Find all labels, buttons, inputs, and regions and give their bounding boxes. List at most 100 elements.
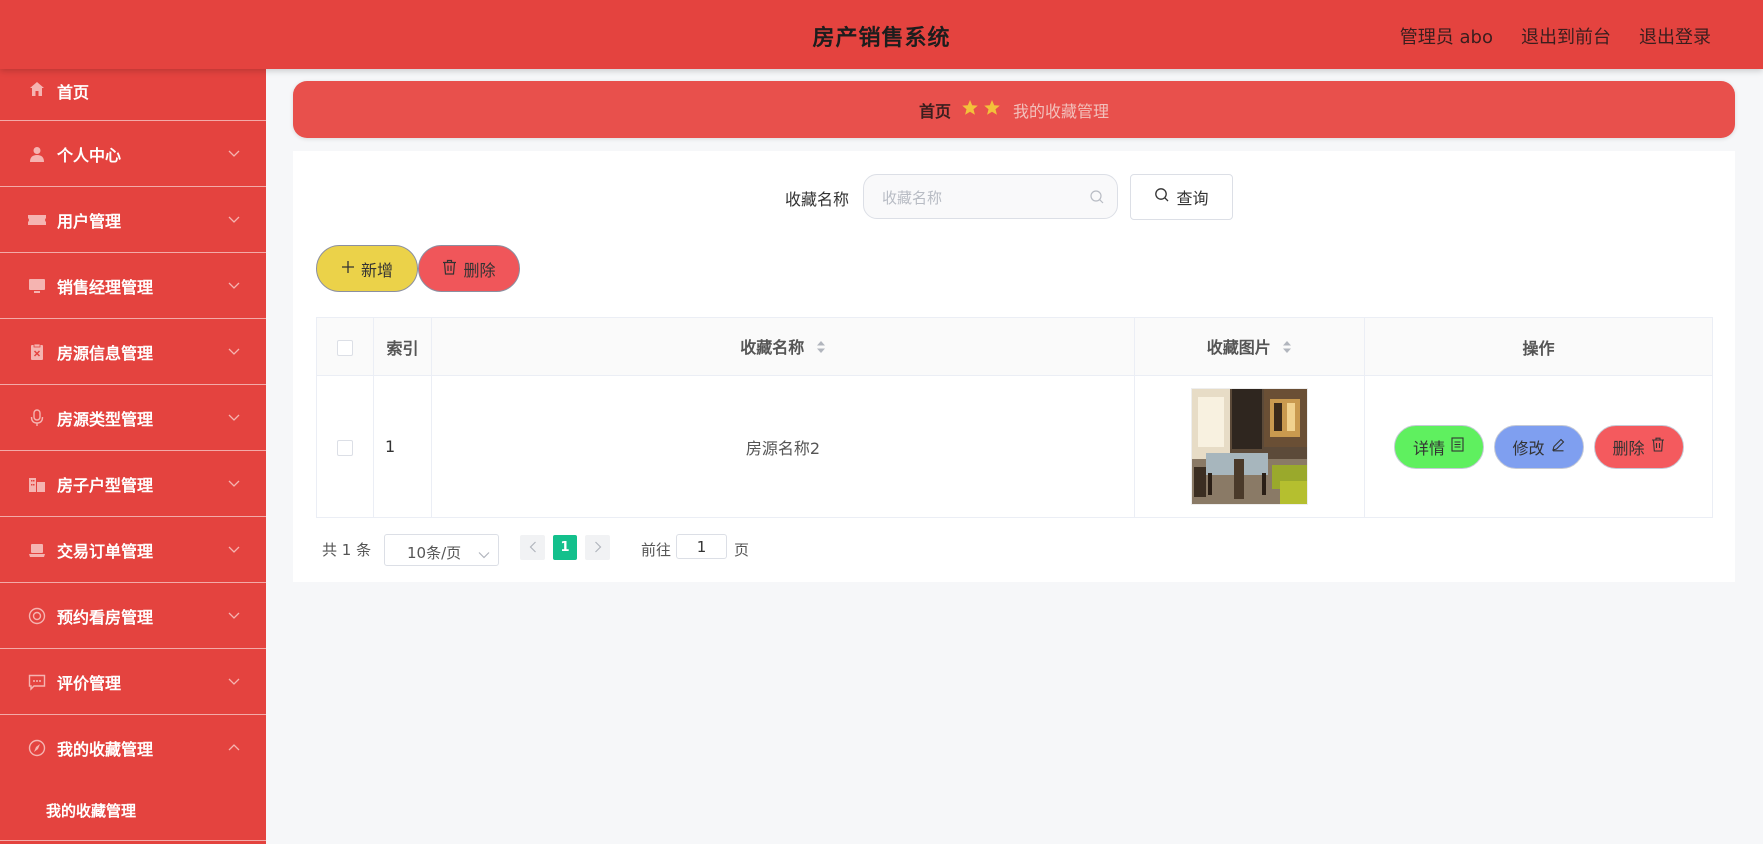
chevron-down-icon [228, 474, 240, 498]
favorite-thumbnail-image[interactable] [1191, 388, 1308, 505]
building-icon [27, 474, 47, 494]
row-delete-label: 删除 [1612, 438, 1645, 458]
column-header-actions: 操作 [1364, 317, 1713, 376]
chevron-down-icon [228, 606, 240, 630]
sidebar-subitem-label: 我的收藏管理 [46, 801, 137, 820]
row-checkbox[interactable] [337, 439, 353, 456]
detail-button[interactable]: 详情 [1393, 424, 1484, 469]
lifebuoy-icon [27, 606, 47, 626]
sidebar-subitem-my-favorites[interactable]: 我的收藏管理 [0, 780, 266, 841]
row-delete-button[interactable]: 删除 [1593, 424, 1684, 469]
row-image-cell [1134, 375, 1365, 518]
sidebar-item-viewing-appointments[interactable]: 预约看房管理 [0, 583, 266, 649]
column-header-label: 收藏名称 [740, 338, 805, 358]
chevron-down-icon [228, 342, 240, 366]
batch-delete-label: 删除 [463, 260, 496, 280]
row-name: 房源名称2 [431, 375, 1135, 518]
home-icon [27, 79, 47, 99]
sidebar-item-orders[interactable]: 交易订单管理 [0, 517, 266, 583]
chat-icon [27, 672, 47, 692]
sidebar-item-label: 个人中心 [57, 145, 122, 165]
select-all-checkbox[interactable] [337, 339, 353, 356]
table-header-row: 索引 收藏名称 收藏图片 操作 [316, 317, 1713, 376]
goto-page-input[interactable] [676, 534, 727, 559]
table-row: 1 房源名称2 详情 修改 删除 [316, 375, 1713, 518]
sidebar-item-my-favorites[interactable]: 我的收藏管理 [0, 715, 266, 780]
sort-caret-icon[interactable] [1282, 339, 1292, 359]
search-icon [1154, 187, 1170, 207]
logout-link[interactable]: 退出登录 [1639, 23, 1711, 49]
sidebar-item-label: 首页 [57, 83, 90, 102]
star-icon [961, 99, 1003, 121]
prev-page-button[interactable] [520, 535, 545, 560]
chevron-down-icon [228, 540, 240, 564]
pagination: 共 1 条 10条/页 1 前往 页 [293, 533, 993, 567]
query-button-label: 查询 [1176, 189, 1209, 208]
trash-icon [442, 259, 457, 279]
compass-icon [27, 738, 47, 758]
sidebar-item-label: 销售经理管理 [57, 277, 154, 297]
page-size-select[interactable]: 10条/页 [384, 534, 499, 566]
chevron-up-icon [228, 738, 240, 762]
user-icon [27, 144, 47, 164]
chevron-right-icon [594, 538, 602, 557]
favorites-table: 索引 收藏名称 收藏图片 操作 1 房源名称2 详情 修改 删除 [316, 317, 1713, 518]
chevron-left-icon [529, 538, 537, 557]
sidebar-item-label: 预约看房管理 [57, 607, 154, 627]
sidebar-item-house-layout[interactable]: 房子户型管理 [0, 451, 266, 517]
chevron-down-icon [228, 276, 240, 300]
search-input[interactable] [864, 175, 1089, 220]
sidebar-item-user-management[interactable]: 用户管理 [0, 187, 266, 253]
breadcrumb-current: 我的收藏管理 [1013, 101, 1110, 121]
monitor-icon [27, 276, 47, 296]
detail-button-label: 详情 [1412, 438, 1445, 458]
sidebar-item-reviews[interactable]: 评价管理 [0, 649, 266, 715]
add-button[interactable]: 新增 [316, 245, 418, 292]
sort-caret-icon[interactable] [816, 339, 826, 359]
sidebar-item-label: 房源类型管理 [57, 409, 154, 429]
add-button-label: 新增 [360, 260, 393, 280]
column-header-name[interactable]: 收藏名称 [431, 317, 1135, 376]
chevron-down-icon [228, 144, 240, 168]
header-links: 管理员 abo 退出到前台 退出登录 [1400, 23, 1711, 49]
search-icon [1089, 189, 1105, 209]
admin-user-label[interactable]: 管理员 abo [1400, 23, 1493, 49]
search-field[interactable] [863, 174, 1118, 220]
sidebar-item-personal-center[interactable]: 个人中心 [0, 121, 266, 187]
sidebar-item-sales-manager[interactable]: 销售经理管理 [0, 253, 266, 319]
sidebar-item-label: 房源信息管理 [57, 343, 154, 363]
chevron-down-icon [228, 408, 240, 432]
pencil-icon [1551, 437, 1565, 456]
breadcrumb-home[interactable]: 首页 [919, 98, 951, 122]
row-actions: 详情 修改 删除 [1365, 424, 1712, 469]
query-button[interactable]: 查询 [1130, 174, 1233, 220]
chevron-down-icon [228, 210, 240, 234]
row-select-cell [316, 375, 374, 518]
row-actions-cell: 详情 修改 删除 [1364, 375, 1713, 518]
edit-button[interactable]: 修改 [1493, 424, 1584, 469]
breadcrumb: 首页 我的收藏管理 [293, 81, 1735, 138]
column-header-image[interactable]: 收藏图片 [1134, 317, 1365, 376]
trash-icon [1651, 437, 1665, 456]
goto-label: 前往 [641, 541, 672, 559]
search-label: 收藏名称 [785, 190, 850, 209]
column-header-index: 索引 [373, 317, 432, 376]
batch-delete-button[interactable]: 删除 [418, 245, 520, 292]
microphone-icon [27, 408, 47, 428]
exit-to-frontend-link[interactable]: 退出到前台 [1521, 23, 1611, 49]
page-number-button[interactable]: 1 [553, 535, 577, 560]
sidebar-item-home[interactable]: 首页 [0, 69, 266, 121]
page-size-value: 10条/页 [407, 544, 462, 562]
sidebar-item-label: 交易订单管理 [57, 541, 154, 561]
row-index: 1 [373, 375, 432, 518]
sidebar-item-listing-info[interactable]: 房源信息管理 [0, 319, 266, 385]
sidebar-item-label: 房子户型管理 [57, 475, 154, 495]
content-panel: 收藏名称 查询 新增 删除 索引 [293, 151, 1735, 582]
ticket-icon [27, 210, 47, 230]
clipboard-x-icon [27, 342, 47, 362]
next-page-button[interactable] [585, 535, 610, 560]
page-suffix-label: 页 [734, 541, 750, 559]
column-header-label: 收藏图片 [1206, 338, 1271, 358]
sidebar-item-listing-type[interactable]: 房源类型管理 [0, 385, 266, 451]
select-all-cell [316, 317, 374, 376]
